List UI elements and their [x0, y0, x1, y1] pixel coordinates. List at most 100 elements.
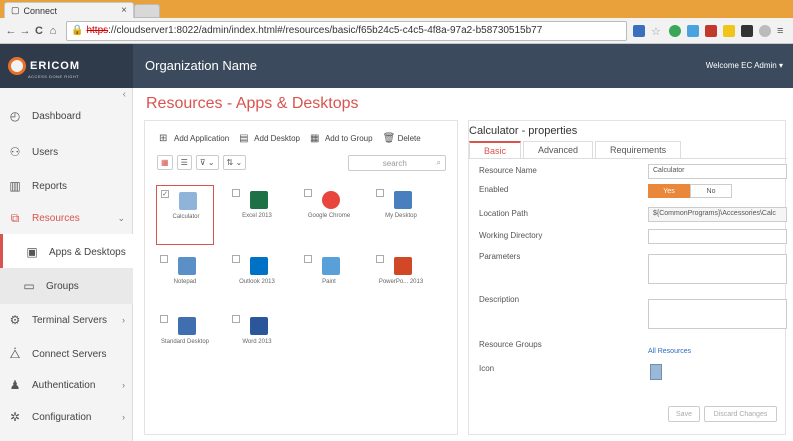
user-menu[interactable]: Welcome EC Admin ▾	[706, 61, 783, 70]
resource-tile[interactable]: Outlook 2013	[228, 251, 286, 311]
resource-groups-label: Resource Groups	[479, 340, 542, 349]
resource-tile[interactable]: Paint	[300, 251, 358, 311]
calculator-icon[interactable]	[650, 364, 662, 380]
enabled-no-button[interactable]: No	[690, 184, 732, 198]
resource-tile[interactable]: PowerPo... 2013	[372, 251, 430, 311]
paint-icon	[322, 257, 340, 275]
sidebar-item-authentication[interactable]: ♟ Authentication ›	[0, 367, 133, 403]
sort-icon: ⇅ ⌄	[226, 158, 243, 167]
powerpoint-icon	[394, 257, 412, 275]
tile-checkbox[interactable]	[232, 189, 240, 197]
tab-close-icon[interactable]: ×	[121, 5, 127, 16]
sidebar-item-dashboard[interactable]: ◴ Dashboard	[0, 98, 133, 134]
browser-tab[interactable]: ▢ Connect ×	[4, 2, 134, 18]
url-path: ://cloudserver1:8022/admin/index.html#/r…	[108, 25, 543, 36]
tab-advanced[interactable]: Advanced	[523, 141, 594, 158]
resource-tile[interactable]: Word 2013	[228, 311, 286, 371]
resource-tile[interactable]: Standard Desktop	[156, 311, 214, 371]
url-input[interactable]: 🔒 https ://cloudserver1:8022/admin/index…	[66, 20, 627, 41]
grid-view-button[interactable]: ▦	[157, 155, 173, 170]
resource-tile[interactable]: My Desktop	[372, 185, 430, 245]
resource-name-field[interactable]: Calculator	[648, 164, 787, 179]
view-toolbar: ▦ ☰ ⊽ ⌄ ⇅ ⌄	[157, 155, 247, 170]
resource-tile[interactable]: ✓ Calculator	[156, 185, 214, 245]
location-path-field[interactable]: ${CommonPrograms}\Accessories\Calc	[648, 207, 787, 222]
add-application-label: Add Application	[174, 133, 230, 143]
tile-label: Notepad	[173, 279, 197, 285]
search-icon: ⌕	[436, 158, 441, 167]
home-icon[interactable]: ⌂	[46, 25, 60, 37]
resource-groups-link[interactable]: All Resources	[648, 348, 691, 355]
search-input[interactable]: search ⌕	[348, 155, 446, 171]
reload-icon[interactable]: C	[32, 25, 46, 37]
tab-basic[interactable]: Basic	[469, 141, 522, 158]
sidebar-item-label: Reports	[32, 180, 68, 192]
tile-checkbox[interactable]	[232, 315, 240, 323]
discard-changes-button[interactable]: Discard Changes	[704, 406, 777, 422]
extension-icon[interactable]	[669, 24, 681, 37]
tile-checkbox[interactable]	[376, 255, 384, 263]
tile-checkbox[interactable]	[160, 315, 168, 323]
sort-dropdown[interactable]: ⇅ ⌄	[222, 155, 247, 170]
dashboard-icon: ◴	[9, 109, 21, 123]
extension-icon[interactable]	[687, 24, 699, 37]
desktop-icon	[394, 191, 412, 209]
sidebar-item-terminal-servers[interactable]: ⚙ Terminal Servers ›	[0, 302, 133, 338]
tile-label: Google Chrome	[307, 213, 351, 219]
star-icon[interactable]: ☆	[651, 25, 663, 38]
back-icon[interactable]: ←	[4, 25, 18, 37]
add-to-group-button[interactable]: ▦ Add to Group	[310, 133, 373, 144]
resource-tile[interactable]: Excel 2013	[228, 185, 286, 245]
authentication-icon: ♟	[9, 378, 21, 392]
filter-dropdown[interactable]: ⊽ ⌄	[195, 155, 219, 170]
chevron-right-icon: ›	[122, 412, 125, 422]
apps-desktops-icon: ▣	[26, 245, 38, 259]
extension-icon[interactable]	[633, 24, 645, 37]
sidebar-item-configuration[interactable]: ✲ Configuration ›	[0, 399, 133, 435]
extension-icon[interactable]	[741, 24, 753, 37]
resource-tile[interactable]: Notepad	[156, 251, 214, 311]
extension-icon[interactable]	[759, 24, 771, 37]
sidebar-item-label: Apps & Desktops	[49, 246, 126, 258]
sidebar: ‹ ◴ Dashboard ⚇ Users ▥ Reports ⧉ Resour…	[0, 88, 133, 441]
delete-button[interactable]: 🗑 Delete	[383, 133, 421, 144]
save-button[interactable]: Save	[668, 406, 700, 422]
sidebar-item-label: Resources	[32, 212, 80, 224]
extension-icon[interactable]	[705, 24, 717, 37]
tab-requirements[interactable]: Requirements	[595, 141, 682, 158]
tile-checkbox[interactable]	[304, 255, 312, 263]
add-desktop-icon: ▤	[239, 132, 249, 144]
tile-label: Word 2013	[242, 339, 272, 345]
new-tab-button[interactable]	[134, 4, 160, 18]
logo-tagline: ACCESS DONE RIGHT	[28, 74, 80, 79]
sidebar-item-reports[interactable]: ▥ Reports	[0, 168, 133, 204]
tile-checkbox[interactable]	[232, 255, 240, 263]
tile-checkbox[interactable]	[160, 255, 168, 263]
logo-text: ERICOM	[30, 60, 80, 72]
tile-checkbox[interactable]	[304, 189, 312, 197]
logo[interactable]: ERICOM ACCESS DONE RIGHT	[0, 44, 133, 88]
list-view-button[interactable]: ☰	[176, 155, 192, 170]
chrome-icon	[322, 191, 340, 209]
resource-name-label: Resource Name	[479, 166, 537, 175]
add-application-button[interactable]: ⊞ Add Application	[159, 133, 230, 144]
add-desktop-button[interactable]: ▤ Add Desktop	[239, 132, 300, 144]
tile-checkbox[interactable]	[376, 189, 384, 197]
parameters-field[interactable]	[648, 254, 787, 284]
sidebar-item-resources[interactable]: ⧉ Resources ⌄	[0, 200, 133, 236]
enabled-toggle: Yes No	[648, 184, 732, 198]
extension-icon[interactable]	[723, 24, 735, 37]
sidebar-item-label: Groups	[46, 280, 79, 292]
working-directory-field[interactable]	[648, 229, 787, 244]
enabled-yes-button[interactable]: Yes	[648, 184, 690, 198]
sidebar-item-apps-desktops[interactable]: ▣ Apps & Desktops	[0, 234, 133, 270]
resources-icon: ⧉	[10, 210, 20, 225]
sidebar-item-users[interactable]: ⚇ Users	[0, 134, 133, 170]
url-protocol: https	[86, 25, 109, 36]
sidebar-item-groups[interactable]: ▭ Groups	[0, 268, 133, 304]
menu-icon[interactable]: ≡	[777, 25, 789, 37]
forward-icon[interactable]: →	[18, 25, 32, 37]
tile-checkbox[interactable]: ✓	[161, 190, 169, 198]
resource-tile[interactable]: Google Chrome	[300, 185, 358, 245]
description-field[interactable]	[648, 299, 787, 329]
